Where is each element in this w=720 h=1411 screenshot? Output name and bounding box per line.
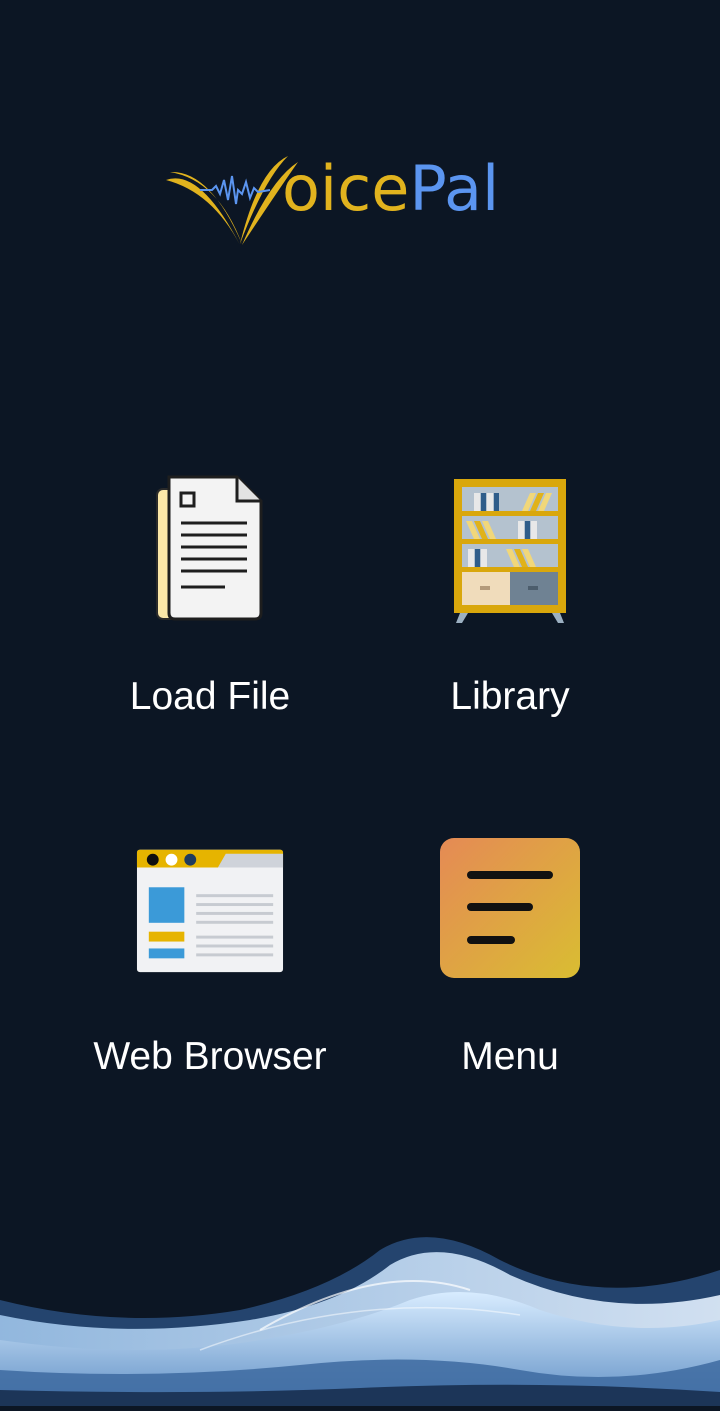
app-name-pal: Pal [409,152,500,225]
web-browser-button[interactable]: Web Browser [60,833,360,1133]
document-icon [135,473,285,623]
web-browser-label: Web Browser [93,1035,327,1078]
load-file-button[interactable]: Load File [60,473,360,773]
app-name: oicePal [282,158,499,220]
decorative-wave-image [0,1220,720,1406]
menu-button[interactable]: Menu [360,833,660,1133]
load-file-label: Load File [129,675,291,718]
menu-label: Menu [461,1035,559,1078]
browser-window-icon [135,833,285,983]
app-name-voice: oice [282,152,410,225]
library-label: Library [450,675,570,718]
menu-lines-icon [435,833,585,983]
bookshelf-icon [435,473,585,623]
library-button[interactable]: Library [360,473,660,773]
